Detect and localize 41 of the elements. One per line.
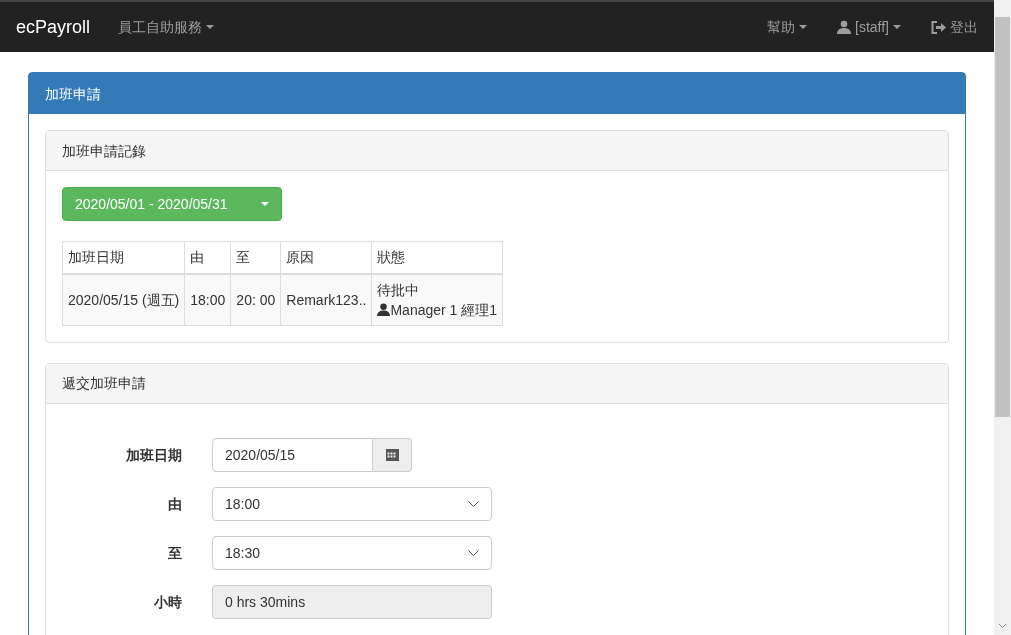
select-field[interactable]: 18:00: [212, 486, 492, 521]
logout-icon: [931, 20, 946, 34]
status-text: 待批中: [377, 280, 421, 300]
table-cell: 18:00: [184, 273, 231, 325]
column-header: 狀態: [371, 241, 503, 274]
nav-link[interactable]: [staff]: [837, 17, 901, 37]
nav-link[interactable]: 登出: [931, 17, 978, 37]
caret-icon: [893, 25, 901, 29]
caret-icon: [206, 25, 215, 29]
column-header: 加班日期: [62, 241, 185, 274]
calendar-button[interactable]: [373, 437, 412, 472]
calendar-icon: [385, 448, 399, 461]
chevron-down-icon: [468, 549, 479, 556]
field-label: 小時: [153, 592, 182, 612]
approver-name: Manager 1 經理1: [390, 300, 498, 320]
records-panel-title: 加班申請記錄: [46, 131, 948, 171]
field-label: 加班日期: [125, 445, 182, 465]
column-header: 原因: [280, 241, 372, 274]
chevron-down-icon: [468, 500, 479, 507]
select-field[interactable]: 18:30: [212, 535, 492, 570]
column-header: 由: [184, 241, 231, 274]
caret-icon: [261, 202, 269, 206]
table-cell: 2020/05/15 (週五): [62, 273, 185, 325]
date-field[interactable]: 2020/05/15: [212, 437, 373, 472]
nav-menu[interactable]: 員工自助服務: [118, 17, 215, 37]
brand-logo[interactable]: ecPayroll: [16, 13, 91, 41]
scrollbar[interactable]: [994, 0, 1011, 635]
field-label: 至: [167, 543, 182, 563]
caret-icon: [799, 25, 807, 29]
user-icon: [837, 20, 851, 34]
field-label: 由: [167, 494, 182, 514]
form-panel-title: 遞交加班申請: [46, 363, 948, 404]
hours-field[interactable]: 0 hrs 30mins: [212, 584, 492, 619]
table-cell: 20: 00: [230, 273, 281, 325]
table-cell: Remark123..: [280, 273, 372, 325]
column-header: 至: [230, 241, 281, 274]
scroll-down-icon[interactable]: [998, 623, 1007, 629]
scrollbar-thumb[interactable]: [995, 17, 1010, 417]
user-icon: [377, 303, 391, 316]
panel-title: 加班申請: [29, 73, 965, 114]
nav-link[interactable]: 幫助: [767, 17, 807, 37]
